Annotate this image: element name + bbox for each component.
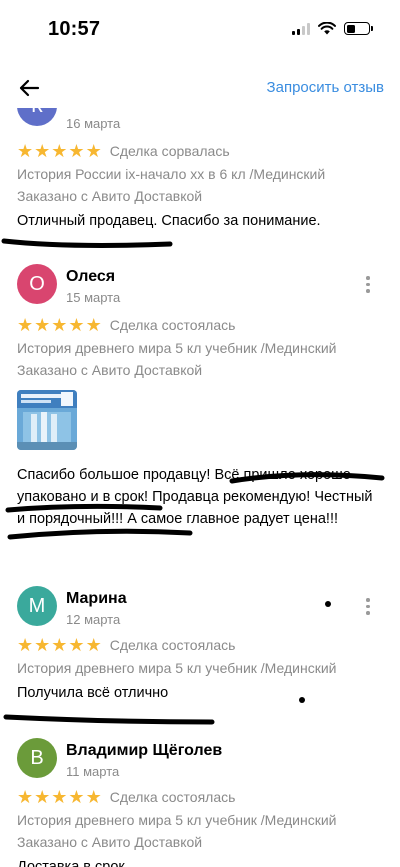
star-icon: ★ xyxy=(68,787,85,807)
rating-row: ★ ★ ★ ★ ★ Сделка сорвалась xyxy=(17,142,230,160)
star-icon: ★ xyxy=(17,141,34,161)
delivery-note: Заказано с Авито Доставкой xyxy=(17,362,203,378)
deal-status: Сделка состоялась xyxy=(109,637,236,653)
avatar[interactable]: К xyxy=(17,108,57,126)
star-rating: ★ ★ ★ ★ ★ xyxy=(17,636,102,654)
item-title: История древнего мира 5 кл учебник /Меди… xyxy=(17,660,337,676)
status-bar: 10:57 xyxy=(0,0,400,56)
avatar-initial: М xyxy=(28,594,46,617)
battery-icon xyxy=(344,22,373,35)
star-icon: ★ xyxy=(51,315,68,335)
rating-row: ★ ★ ★ ★ ★ Сделка состоялась xyxy=(17,788,235,806)
marker-dot xyxy=(325,601,331,607)
star-icon: ★ xyxy=(51,635,68,655)
item-title: История древнего мира 5 кл учебник /Меди… xyxy=(17,340,337,356)
reviews-list[interactable]: К 16 марта ★★★★★ Сделка сорвалась Истори… xyxy=(0,108,400,867)
star-icon: ★ xyxy=(68,141,85,161)
review-date: 15 марта xyxy=(66,290,121,305)
star-icon: ★ xyxy=(34,787,51,807)
deal-status: Сделка сорвалась xyxy=(109,143,230,159)
review-date: 12 марта xyxy=(66,612,121,627)
star-icon: ★ xyxy=(51,141,68,161)
rating-row: ★ ★ ★ ★ ★ Сделка состоялась xyxy=(17,316,235,334)
arrow-left-icon xyxy=(19,79,40,97)
avatar[interactable]: О xyxy=(17,264,57,304)
review-text: Получила всё отлично xyxy=(17,685,169,701)
star-icon: ★ xyxy=(85,141,102,161)
more-options-button[interactable] xyxy=(364,598,372,615)
star-icon: ★ xyxy=(34,141,51,161)
star-rating: ★ ★ ★ ★ ★ xyxy=(17,788,102,806)
star-icon: ★ xyxy=(85,787,102,807)
book-cover-image xyxy=(17,390,77,450)
rating-row: ★ ★ ★ ★ ★ Сделка состоялась xyxy=(17,636,235,654)
more-options-button[interactable] xyxy=(364,276,372,293)
nav-bar: Запросить отзыв xyxy=(0,70,400,106)
avatar-initial: В xyxy=(30,746,44,769)
avatar-initial: К xyxy=(31,108,43,118)
deal-status: Сделка состоялась xyxy=(109,789,236,805)
star-rating: ★ ★ ★ ★ ★ xyxy=(17,142,102,160)
star-rating: ★ ★ ★ ★ ★ xyxy=(17,316,102,334)
review-author[interactable]: Владимир Щёголев xyxy=(66,742,222,760)
marker-dot xyxy=(299,697,305,703)
review-photo[interactable] xyxy=(17,390,77,450)
status-time: 10:57 xyxy=(48,18,101,40)
star-icon: ★ xyxy=(68,635,85,655)
back-button[interactable] xyxy=(14,74,44,102)
review-date: 11 марта xyxy=(66,764,120,779)
star-icon: ★ xyxy=(17,635,34,655)
avatar[interactable]: В xyxy=(17,738,57,778)
star-icon: ★ xyxy=(34,315,51,335)
avatar[interactable]: М xyxy=(17,586,57,626)
review-date: 16 марта xyxy=(66,116,121,131)
wifi-icon xyxy=(318,22,336,35)
review-text: Спасибо большое продавцу! Всё пришло хор… xyxy=(17,467,373,527)
star-icon: ★ xyxy=(68,315,85,335)
star-icon: ★ xyxy=(17,315,34,335)
delivery-note: Заказано с Авито Доставкой xyxy=(17,834,203,850)
star-icon: ★ xyxy=(85,635,102,655)
review-text: Отличный продавец. Спасибо за понимание. xyxy=(17,213,321,229)
item-title: История России ix-начало xx в 6 кл /Меди… xyxy=(17,166,326,182)
review-author[interactable]: Марина xyxy=(66,590,127,608)
item-title: История древнего мира 5 кл учебник /Меди… xyxy=(17,812,337,828)
delivery-note: Заказано с Авито Доставкой xyxy=(17,188,203,204)
star-icon: ★ xyxy=(34,635,51,655)
review-text: Доставка в срок xyxy=(17,859,125,867)
cellular-signal-icon xyxy=(292,22,310,35)
avatar-initial: О xyxy=(29,272,45,295)
deal-status: Сделка состоялась xyxy=(109,317,236,333)
status-icons xyxy=(292,22,373,35)
star-icon: ★ xyxy=(51,787,68,807)
request-review-button[interactable]: Запросить отзыв xyxy=(267,79,384,96)
review-author[interactable]: Олеся xyxy=(66,268,115,286)
star-icon: ★ xyxy=(85,315,102,335)
star-icon: ★ xyxy=(17,787,34,807)
